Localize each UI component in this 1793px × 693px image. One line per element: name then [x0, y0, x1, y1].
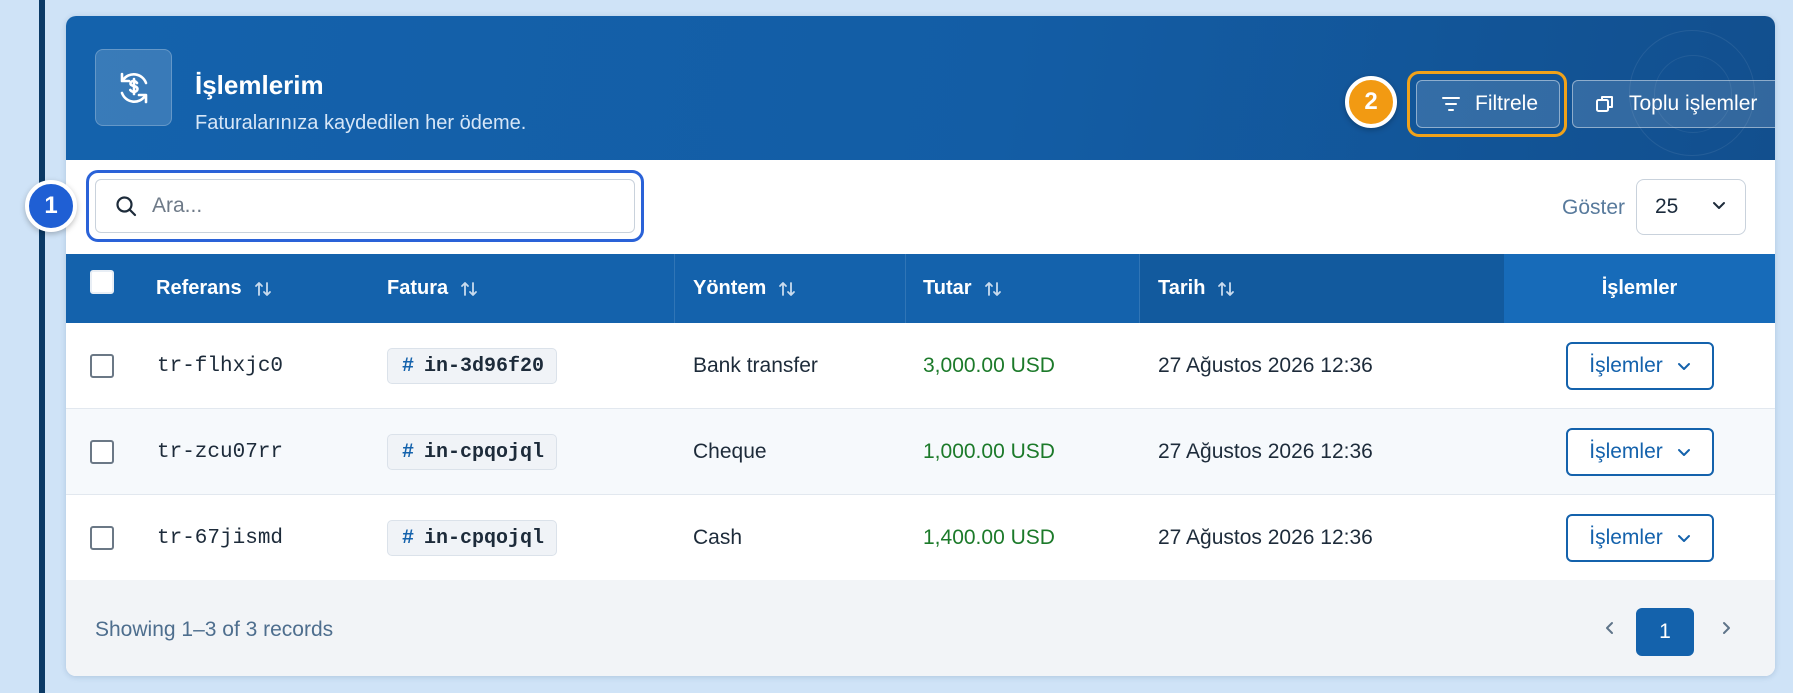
chevron-down-icon — [1677, 362, 1690, 370]
cell-method: Cash — [693, 526, 743, 549]
column-separator — [674, 254, 675, 323]
transactions-card: İşlemlerim Faturalarınıza kaydedilen her… — [66, 16, 1775, 676]
chevron-down-icon — [1677, 448, 1690, 456]
sort-icon — [1218, 281, 1235, 296]
invoice-id: in-cpqojql — [424, 526, 545, 550]
row-actions-button[interactable]: İşlemler — [1566, 342, 1714, 390]
card-header: İşlemlerim Faturalarınıza kaydedilen her… — [66, 16, 1775, 160]
step-badge-filter: 2 — [1345, 76, 1397, 128]
column-amount[interactable]: Tutar — [923, 254, 1002, 323]
column-separator — [1139, 254, 1140, 323]
cell-invoice: # in-cpqojql — [387, 409, 558, 495]
invoice-chip[interactable]: # in-cpqojql — [387, 434, 558, 470]
column-method-label: Yöntem — [693, 277, 767, 299]
sort-icon — [254, 281, 271, 296]
row-actions-label: İşlemler — [1589, 440, 1663, 463]
search-input[interactable] — [152, 194, 612, 218]
row-actions-button[interactable]: İşlemler — [1566, 428, 1714, 476]
cell-amount: 1,400.00 USD — [923, 526, 1055, 549]
column-separator — [905, 254, 906, 323]
cell-amount: 3,000.00 USD — [923, 354, 1055, 377]
select-all-checkbox[interactable] — [90, 270, 114, 294]
bulk-actions-label: Toplu işlemler — [1629, 92, 1758, 115]
row-checkbox[interactable] — [90, 440, 114, 464]
cell-reference: tr-flhxjc0 — [157, 354, 284, 378]
page-size-label: Göster — [1562, 196, 1626, 219]
column-method[interactable]: Yöntem — [693, 254, 796, 323]
cell-date: 27 Ağustos 2026 12:36 — [1158, 354, 1373, 377]
records-info: Showing 1–3 of 3 records — [95, 618, 334, 641]
row-checkbox[interactable] — [90, 526, 114, 550]
page-title: İşlemlerim — [195, 70, 324, 100]
column-date[interactable]: Tarih — [1158, 254, 1235, 323]
invoice-id: in-3d96f20 — [424, 354, 545, 378]
column-reference-label: Referans — [156, 277, 242, 299]
cell-amount: 1,000.00 USD — [923, 440, 1055, 463]
page-subtitle: Faturalarınıza kaydedilen her ödeme. — [195, 112, 527, 134]
cell-method: Cheque — [693, 440, 767, 463]
chevron-down-icon — [1713, 202, 1725, 209]
column-reference[interactable]: Referans — [156, 254, 272, 323]
column-invoice[interactable]: Fatura — [387, 254, 478, 323]
cell-date: 27 Ağustos 2026 12:36 — [1158, 440, 1373, 463]
row-checkbox-cell — [90, 409, 114, 495]
column-amount-label: Tutar — [923, 277, 972, 299]
cell-invoice: # in-cpqojql — [387, 495, 558, 581]
bulk-actions-button[interactable]: Toplu işlemler — [1572, 80, 1775, 128]
chevron-down-icon — [1677, 534, 1690, 542]
row-checkbox-cell — [90, 495, 114, 581]
chevron-left-icon — [1606, 622, 1613, 634]
column-date-label: Tarih — [1158, 277, 1206, 299]
prev-page-button[interactable] — [1592, 610, 1628, 646]
hash-icon: # — [402, 354, 415, 378]
cell-reference: tr-67jismd — [157, 526, 284, 550]
cell-reference: tr-zcu07rr — [157, 440, 284, 464]
page-1-button[interactable]: 1 — [1636, 608, 1694, 656]
page-size-select[interactable]: 25 — [1636, 179, 1746, 235]
table-footer: Showing 1–3 of 3 records 1 — [66, 580, 1775, 676]
hash-icon: # — [402, 440, 415, 464]
chevron-right-icon — [1723, 622, 1730, 634]
sort-icon — [779, 281, 796, 296]
row-checkbox[interactable] — [90, 354, 114, 378]
table-row: tr-flhxjc0 # in-3d96f20 Bank transfer 3,0… — [66, 323, 1775, 409]
left-rail — [39, 0, 45, 693]
page-size-value: 25 — [1655, 195, 1679, 218]
column-actions-label: İşlemler — [1601, 277, 1678, 299]
table-row: tr-67jismd # in-cpqojql Cash 1,400.00 USD… — [66, 495, 1775, 581]
row-actions-label: İşlemler — [1589, 354, 1663, 377]
sort-icon — [984, 281, 1001, 296]
table-header: Referans Fatura Yöntem Tutar Tarih İşlem… — [66, 254, 1775, 323]
filter-button-label: Filtrele — [1475, 92, 1539, 115]
table-row: tr-zcu07rr # in-cpqojql Cheque 1,000.00 U… — [66, 409, 1775, 495]
search-box[interactable] — [95, 179, 635, 233]
cell-date: 27 Ağustos 2026 12:36 — [1158, 526, 1373, 549]
invoice-chip[interactable]: # in-cpqojql — [387, 520, 558, 556]
hash-icon: # — [402, 526, 415, 550]
filter-icon — [1442, 97, 1460, 111]
step-badge-search: 1 — [25, 180, 77, 232]
next-page-button[interactable] — [1708, 610, 1744, 646]
copy-icon — [1596, 96, 1613, 112]
filter-button[interactable]: Filtrele — [1416, 80, 1560, 128]
invoice-id: in-cpqojql — [424, 440, 545, 464]
cell-actions: İşlemler — [1566, 409, 1714, 495]
cell-actions: İşlemler — [1566, 495, 1714, 581]
search-icon — [116, 196, 137, 217]
cell-method: Bank transfer — [693, 354, 818, 377]
cell-actions: İşlemler — [1566, 323, 1714, 409]
column-actions: İşlemler — [1504, 254, 1775, 323]
invoice-chip[interactable]: # in-3d96f20 — [387, 348, 558, 384]
column-invoice-label: Fatura — [387, 277, 449, 299]
sort-icon — [461, 281, 478, 296]
payment-sync-icon — [95, 49, 172, 126]
row-actions-label: İşlemler — [1589, 526, 1663, 549]
row-checkbox-cell — [90, 323, 114, 409]
cell-invoice: # in-3d96f20 — [387, 323, 558, 409]
row-actions-button[interactable]: İşlemler — [1566, 514, 1714, 562]
